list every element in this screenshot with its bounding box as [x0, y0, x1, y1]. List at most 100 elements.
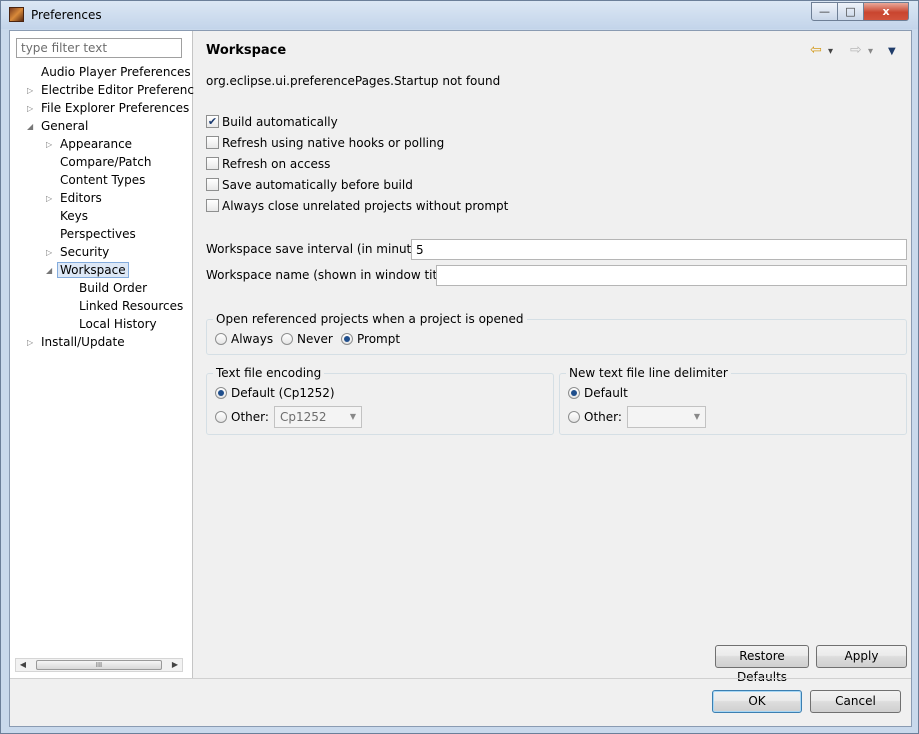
chevron-down-icon[interactable]: ▼	[694, 407, 700, 427]
tree-item-label: Perspectives	[60, 227, 136, 241]
save-interval-field[interactable]	[411, 239, 907, 260]
tree-collapsed-icon[interactable]: ▷	[46, 141, 54, 149]
tree-item-label: Editors	[60, 191, 102, 205]
tree-expanded-icon[interactable]: ◢	[27, 123, 35, 131]
radio-label: Never	[297, 332, 333, 346]
radio-circle[interactable]	[281, 333, 293, 345]
scroll-right-icon[interactable]: ▶	[168, 659, 182, 671]
tree-item-security[interactable]: Security	[60, 244, 109, 261]
footer-divider	[10, 678, 911, 679]
radio-circle[interactable]	[568, 387, 580, 399]
chevron-down-icon[interactable]: ▼	[350, 407, 356, 427]
tree-item-linked-resources[interactable]: Linked Resources	[79, 298, 183, 315]
group-title: Text file encoding	[213, 365, 325, 381]
delimiter-other-combo[interactable]: ▼	[627, 406, 706, 428]
tree-collapsed-icon[interactable]: ▷	[27, 339, 35, 347]
combo-value: Cp1252	[280, 410, 327, 424]
tree-item-label: Appearance	[60, 137, 133, 151]
scroll-left-icon[interactable]: ◀	[16, 659, 30, 671]
radio-circle[interactable]	[215, 387, 227, 399]
tree-item-label: Security	[60, 245, 110, 259]
checkbox-label: Refresh on access	[222, 157, 331, 171]
radio-label: Default	[584, 386, 628, 400]
tree-item-build-order[interactable]: Build Order	[79, 280, 147, 297]
save-interval-label: Workspace save interval (in minutes):	[206, 242, 434, 256]
tree-item-electribe-editor-preferences[interactable]: Electribe Editor Preferences	[41, 82, 208, 99]
tree-item-label: Workspace	[57, 262, 129, 278]
tree-item-install-update[interactable]: Install/Update	[41, 334, 125, 351]
tree-collapsed-icon[interactable]: ▷	[27, 87, 35, 95]
tree-item-label: Linked Resources	[79, 299, 184, 313]
tree-item-label: Local History	[79, 317, 157, 331]
page-error-message: org.eclipse.ui.preferencePages.Startup n…	[206, 74, 501, 88]
tree-item-label: Content Types	[60, 173, 146, 187]
tree-item-local-history[interactable]: Local History	[79, 316, 157, 333]
workspace-name-label: Workspace name (shown in window title):	[206, 268, 457, 282]
radio-circle[interactable]	[568, 411, 580, 423]
radio-label: Other:	[231, 410, 269, 424]
tree-item-label: Keys	[60, 209, 89, 223]
encoding-other-combo[interactable]: Cp1252 ▼	[274, 406, 362, 428]
title-bar[interactable]: Preferences — □ x	[1, 1, 918, 29]
tree-item-audio-player-preferences[interactable]: Audio Player Preferences	[41, 64, 191, 81]
tree-item-file-explorer-preferences[interactable]: File Explorer Preferences	[41, 100, 189, 117]
tree-item-label: Compare/Patch	[60, 155, 152, 169]
tree-item-label: Electribe Editor Preferences	[41, 83, 208, 97]
tree-item-editors[interactable]: Editors	[60, 190, 102, 207]
tree-item-workspace[interactable]: Workspace	[57, 262, 129, 279]
dialog-client-area: Audio Player Preferences ▷ Electribe Edito…	[9, 30, 912, 727]
cancel-button[interactable]: Cancel	[810, 690, 901, 713]
tree-item-label: Build Order	[79, 281, 148, 295]
checkbox-label: Always close unrelated projects without …	[222, 199, 509, 213]
preferences-window: Preferences — □ x Audio Player Preferenc…	[0, 0, 919, 734]
checkbox-box[interactable]	[206, 199, 219, 212]
ok-button[interactable]: OK	[712, 690, 802, 713]
workspace-name-field[interactable]	[436, 265, 907, 286]
tree-item-perspectives[interactable]: Perspectives	[60, 226, 136, 243]
radio-label: Other:	[584, 410, 622, 424]
radio-circle[interactable]	[341, 333, 353, 345]
restore-defaults-button[interactable]: Restore Defaults	[715, 645, 809, 684]
checkbox-label: Build automatically	[222, 115, 338, 129]
radio-circle[interactable]	[215, 333, 227, 345]
tree-item-content-types[interactable]: Content Types	[60, 172, 145, 189]
tree-item-compare-patch[interactable]: Compare/Patch	[60, 154, 151, 171]
checkbox-box[interactable]	[206, 157, 219, 170]
tree-item-keys[interactable]: Keys	[60, 208, 88, 225]
maximize-button[interactable]: □	[837, 2, 864, 21]
scrollbar-thumb[interactable]: III	[36, 660, 162, 670]
checkbox-label: Save automatically before build	[222, 178, 413, 192]
radio-circle[interactable]	[215, 411, 227, 423]
window-title: Preferences	[31, 8, 102, 22]
tree-collapsed-icon[interactable]: ▷	[27, 105, 35, 113]
checkbox-label: Refresh using native hooks or polling	[222, 136, 445, 150]
line-delimiter-group: New text file line delimiter Default Oth…	[559, 365, 907, 435]
tree-item-appearance[interactable]: Appearance	[60, 136, 132, 153]
tree-expanded-icon[interactable]: ◢	[46, 267, 54, 275]
group-title: Open referenced projects when a project …	[213, 311, 527, 327]
filter-input[interactable]	[16, 38, 182, 58]
checkbox-box[interactable]	[206, 136, 219, 149]
page-title: Workspace	[206, 43, 287, 58]
view-menu-icon[interactable]: ▼	[888, 45, 896, 59]
minimize-button[interactable]: —	[811, 2, 838, 21]
apply-button[interactable]: Apply	[816, 645, 907, 668]
checkbox-box[interactable]: ✔	[206, 115, 219, 128]
checkbox-box[interactable]	[206, 178, 219, 191]
radio-label: Default (Cp1252)	[231, 386, 335, 400]
preference-tree-pane: Audio Player Preferences ▷ Electribe Edito…	[10, 31, 208, 678]
forward-arrow-icon[interactable]: ⇨	[850, 43, 862, 57]
forward-history-dropdown-icon[interactable]: ▾	[868, 45, 873, 59]
text-file-encoding-group: Text file encoding Default (Cp1252) Othe…	[206, 365, 554, 435]
back-arrow-icon[interactable]: ⇦	[810, 43, 822, 57]
tree-item-general[interactable]: General	[41, 118, 88, 135]
back-history-dropdown-icon[interactable]: ▾	[828, 45, 833, 59]
close-button[interactable]: x	[863, 2, 909, 21]
tree-collapsed-icon[interactable]: ▷	[46, 195, 54, 203]
tree-collapsed-icon[interactable]: ▷	[46, 249, 54, 257]
app-icon	[9, 7, 24, 22]
group-title: New text file line delimiter	[566, 365, 731, 381]
open-referenced-projects-group: Open referenced projects when a project …	[206, 311, 907, 355]
tree-horizontal-scrollbar[interactable]: ◀ III ▶	[15, 658, 183, 672]
radio-label: Always	[231, 332, 274, 346]
